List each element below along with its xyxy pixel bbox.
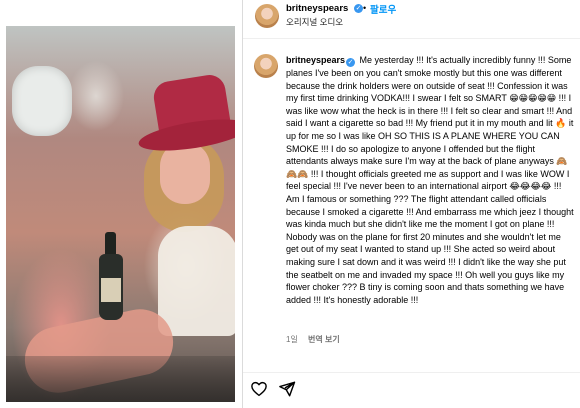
post-photo[interactable]: [6, 26, 235, 402]
airplane-window: [12, 66, 72, 136]
verified-icon: ✓: [354, 4, 363, 13]
caption-username[interactable]: britneyspears: [286, 55, 345, 65]
heart-icon[interactable]: [250, 380, 268, 398]
panel-divider: [242, 0, 243, 408]
header-divider: [243, 38, 580, 39]
post-meta: 1일 번역 보기: [286, 334, 340, 345]
post-header: britneyspears ✓ • 팔로우 오리지널 오디오: [243, 0, 580, 40]
follow-button[interactable]: 팔로우: [370, 2, 396, 16]
paper-plane-icon[interactable]: [278, 380, 296, 398]
avatar[interactable]: [255, 4, 279, 28]
post-time[interactable]: 1일: [286, 335, 298, 344]
photo-face: [160, 142, 210, 204]
photo-floor: [6, 356, 235, 402]
see-translation-button[interactable]: 번역 보기: [308, 335, 340, 344]
original-audio-link[interactable]: 오리지널 오디오: [286, 16, 343, 28]
photo-bottle-label: [101, 278, 121, 302]
post-media[interactable]: [0, 0, 242, 408]
header-username[interactable]: britneyspears: [286, 3, 348, 14]
photo-outfit: [158, 226, 235, 336]
actions-divider: [243, 372, 580, 373]
caption-avatar[interactable]: [254, 54, 278, 78]
post-caption: britneyspears ✓ Me yesterday !!! It's act…: [286, 54, 574, 306]
header-separator: •: [363, 3, 367, 13]
caption-verified-icon: ✓: [346, 58, 356, 67]
caption-text: Me yesterday !!! It's actually incredibl…: [286, 55, 574, 305]
